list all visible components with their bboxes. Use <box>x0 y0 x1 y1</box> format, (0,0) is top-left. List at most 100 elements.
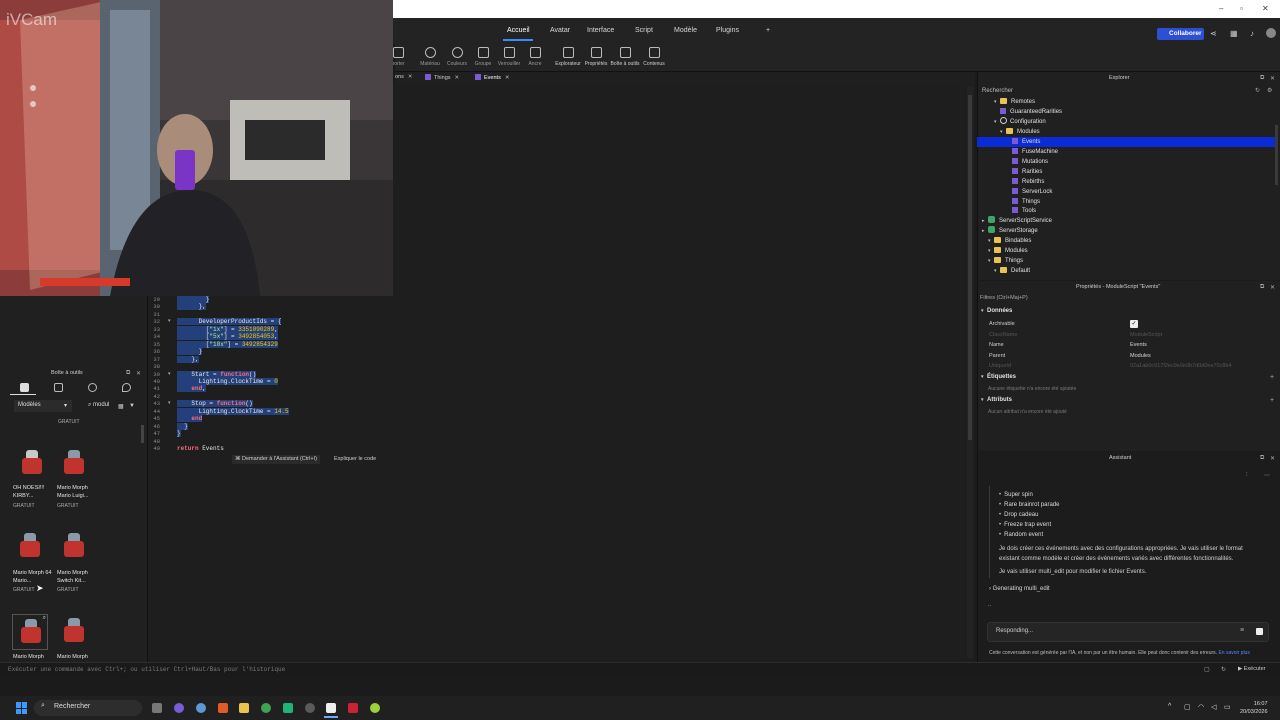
taskbar-clock[interactable]: 16:07 20/03/2026 <box>1240 700 1268 716</box>
explorer-item[interactable]: ▾ Configuration <box>977 116 1275 127</box>
fold-toggle-icon[interactable]: ▾ <box>168 371 171 377</box>
model-thumbnail[interactable] <box>14 446 50 482</box>
explorer-item[interactable]: Tools <box>977 206 1275 216</box>
pin-icon[interactable] <box>122 383 131 392</box>
code-line[interactable]: } <box>177 296 210 303</box>
explorer-item[interactable]: Events <box>977 136 1275 147</box>
app-icon[interactable] <box>218 703 228 713</box>
code-line[interactable]: DeveloperProductIds = { <box>177 318 282 326</box>
model-name[interactable]: Mario Morph <box>57 653 101 661</box>
settings-sliders-icon[interactable]: ⫶ <box>1246 472 1248 479</box>
explorer-item[interactable]: ▾ Modules <box>977 246 1275 256</box>
tab-interface[interactable]: Interface <box>587 27 614 34</box>
tree-expand-icon[interactable]: ▾ <box>994 117 1000 127</box>
close-icon[interactable]: ✕ <box>1270 75 1275 82</box>
code-line[interactable]: end, <box>177 385 206 393</box>
tool-contenus[interactable]: Contenus <box>639 47 669 67</box>
code-line[interactable]: Lighting.ClockTime = 14.5 <box>177 407 289 415</box>
search-icon[interactable]: ⌕ <box>43 615 46 622</box>
model-name[interactable]: Mario Morph 64 Mario... <box>13 569 57 585</box>
explorer-item[interactable]: GuaranteedRarities <box>977 107 1275 117</box>
tray-icon[interactable]: ▢ <box>1184 703 1191 711</box>
explorer-item[interactable]: ▾ Modules <box>977 127 1275 137</box>
explorer-item[interactable]: ▸ ServerStorage <box>977 226 1275 236</box>
add-tag-icon[interactable]: + <box>1270 374 1274 381</box>
close-tab-icon[interactable]: ✕ <box>408 74 413 80</box>
generating-toggle[interactable]: › Generating multi_edit <box>989 586 1050 592</box>
settings-sliders-icon[interactable]: ≡ <box>1240 627 1244 634</box>
model-name[interactable]: Mario Morph <box>13 653 57 661</box>
section-etiquettes[interactable]: ▾ Étiquettes <box>981 374 1016 380</box>
code-line[interactable]: }, <box>177 303 206 311</box>
chrome-icon[interactable] <box>261 703 271 713</box>
section-donnees[interactable]: ▾ Données <box>981 308 1012 314</box>
model-name[interactable]: Mario Morph Mario Luigi... <box>57 484 101 500</box>
doc-tab-things[interactable]: Things ✕ <box>425 74 459 81</box>
windows-start-icon[interactable] <box>16 702 28 714</box>
clock-icon[interactable] <box>88 383 97 392</box>
close-tab-icon[interactable]: ✕ <box>505 75 510 81</box>
archivable-checkbox[interactable]: ✓ <box>1130 320 1138 328</box>
category-select[interactable]: Modèles ▾ <box>14 400 72 412</box>
view-toggle-icon[interactable]: ▦ <box>118 403 124 410</box>
file-explorer-icon[interactable] <box>239 703 249 713</box>
explain-code-button[interactable]: Expliquer le code <box>331 455 379 464</box>
tab-script[interactable]: Script <box>635 27 653 34</box>
fold-toggle-icon[interactable]: ▾ <box>168 318 171 324</box>
tab-modele[interactable]: Modèle <box>674 27 697 34</box>
code-area[interactable]: 29 } 30 }, 31 32 ▾ DeveloperProductIds = {33… <box>148 296 448 456</box>
explorer-item[interactable]: Rebirths <box>977 177 1275 187</box>
popout-icon[interactable]: ⧉ <box>1260 75 1264 82</box>
code-line[interactable]: Start = function() <box>177 370 257 378</box>
explorer-item[interactable]: ▾ Bindables <box>977 236 1275 246</box>
grid-icon[interactable]: ▦ <box>1230 29 1238 38</box>
stop-icon[interactable] <box>1256 628 1263 635</box>
properties-filter-input[interactable]: Filtres (Ctrl+Maj+P) <box>980 295 1028 301</box>
filter-icon[interactable]: ▼ <box>129 403 135 409</box>
explorer-item[interactable]: ▾ Remotes <box>977 97 1275 107</box>
code-line[interactable]: }, <box>177 355 199 363</box>
grid-icon[interactable] <box>54 383 63 392</box>
learn-more-link[interactable]: En savoir plus <box>1218 650 1249 656</box>
section-attributs[interactable]: ▾ Attributs <box>981 397 1012 403</box>
model-thumbnail[interactable] <box>56 614 92 650</box>
fold-toggle-icon[interactable]: ▾ <box>168 400 171 406</box>
explorer-item[interactable]: Rarities <box>977 167 1275 177</box>
avatar[interactable] <box>1266 28 1276 38</box>
close-icon[interactable]: ✕ <box>1270 284 1275 291</box>
wifi-icon[interactable]: ◠ <box>1198 703 1204 711</box>
collaborate-button[interactable]: Collaborer <box>1157 28 1204 40</box>
explorer-search-input[interactable]: Rechercher <box>982 88 1013 94</box>
tray-chevron-icon[interactable]: ^ <box>1168 703 1171 710</box>
doc-tab-partial[interactable]: ons ✕ <box>395 74 412 80</box>
tool-proprietes[interactable]: Propriétés <box>581 47 611 67</box>
close-tab-icon[interactable]: ✕ <box>455 75 460 81</box>
property-value[interactable]: Modules <box>1130 353 1151 359</box>
command-input[interactable]: Exécuter une commande avec Ctrl+; ou uti… <box>8 666 285 673</box>
code-line[interactable]: Stop = function() <box>177 400 253 408</box>
bell-icon[interactable]: ♪ <box>1250 29 1254 38</box>
roblox-studio-icon[interactable] <box>326 703 336 713</box>
code-line[interactable]: ["10x"] = 3492854329 <box>177 340 278 348</box>
model-thumbnail[interactable] <box>56 446 92 482</box>
explorer-item[interactable]: ▾ Things <box>977 256 1275 266</box>
code-line[interactable]: } <box>177 348 203 356</box>
explorer-item[interactable]: ServerLock <box>977 187 1275 197</box>
taskbar-search[interactable]: ⌕ Rechercher <box>34 700 142 716</box>
close-icon[interactable]: ✕ <box>136 370 141 377</box>
code-line[interactable]: } <box>177 422 188 430</box>
code-line[interactable]: ["5x"] = 3492854053, <box>177 333 278 341</box>
inventory-icon[interactable] <box>20 383 29 392</box>
add-tab-button[interactable]: + <box>766 27 770 34</box>
popout-icon[interactable]: ⧉ <box>1260 284 1264 291</box>
editor-scrollbar-thumb[interactable] <box>968 95 972 440</box>
popout-icon[interactable]: ⧉ <box>126 370 130 377</box>
property-value[interactable]: Events <box>1130 342 1147 348</box>
explorer-item[interactable]: ▸ ServerScriptService <box>977 216 1275 226</box>
more-options-icon[interactable]: ⋯ <box>1264 472 1270 479</box>
popout-icon[interactable]: ⧉ <box>1260 455 1264 462</box>
close-icon[interactable]: ✕ <box>1270 455 1275 462</box>
model-thumbnail[interactable] <box>12 529 48 565</box>
code-line[interactable]: ["1x"] = 3351090289, <box>177 325 278 333</box>
model-name[interactable]: Mario Morph Switch Kit... <box>57 569 101 585</box>
